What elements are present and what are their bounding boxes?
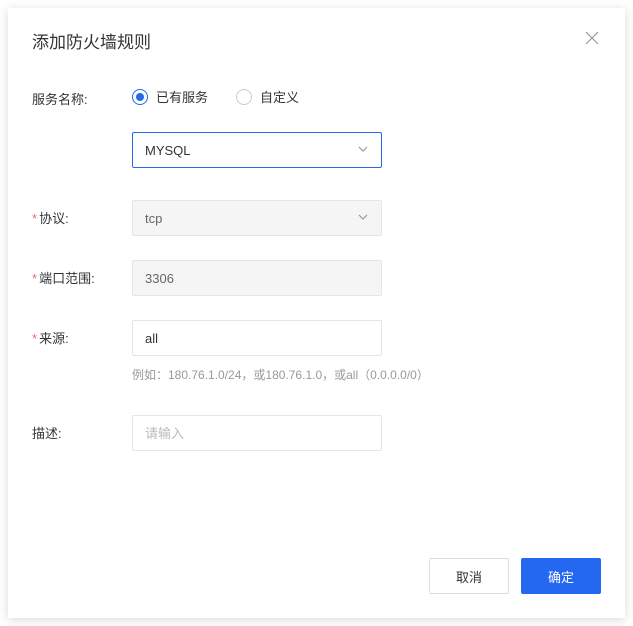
service-name-control: 已有服务 自定义 (132, 81, 601, 106)
source-control: 例如：180.76.1.0/24，或180.76.1.0，或all（0.0.0.… (132, 320, 601, 383)
description-control (132, 415, 601, 451)
port-range-row: *端口范围: (32, 260, 601, 296)
service-name-label: 服务名称: (32, 81, 132, 108)
description-input[interactable] (132, 415, 382, 451)
modal-dialog: 添加防火墙规则 服务名称: 已有服务 自定义 (8, 8, 625, 618)
description-label: 描述: (32, 415, 132, 442)
modal-footer: 取消 确定 (8, 542, 625, 618)
close-icon (585, 31, 599, 45)
modal-title: 添加防火墙规则 (32, 28, 151, 53)
protocol-row: *协议: tcp (32, 200, 601, 236)
source-row: *来源: 例如：180.76.1.0/24，或180.76.1.0，或all（0… (32, 320, 601, 383)
service-radio-group: 已有服务 自定义 (132, 81, 601, 106)
radio-existing-service[interactable]: 已有服务 (132, 87, 208, 106)
radio-circle-unchecked (236, 89, 252, 105)
modal-header: 添加防火墙规则 (8, 8, 625, 53)
radio-custom-service[interactable]: 自定义 (236, 87, 299, 106)
radio-label-custom: 自定义 (260, 87, 299, 106)
source-hint: 例如：180.76.1.0/24，或180.76.1.0，或all（0.0.0.… (132, 366, 601, 383)
port-range-label: *端口范围: (32, 260, 132, 287)
port-range-input (132, 260, 382, 296)
source-label: *来源: (32, 320, 132, 347)
service-select-value: MYSQL (145, 143, 191, 158)
source-input[interactable] (132, 320, 382, 356)
service-name-row: 服务名称: 已有服务 自定义 (32, 81, 601, 108)
service-select-row: MYSQL (132, 132, 601, 168)
radio-label-existing: 已有服务 (156, 87, 208, 106)
protocol-select: tcp (132, 200, 382, 236)
service-select[interactable]: MYSQL (132, 132, 382, 168)
chevron-down-icon (357, 211, 369, 226)
radio-circle-checked (132, 89, 148, 105)
protocol-label: *协议: (32, 200, 132, 227)
close-button[interactable] (583, 28, 601, 50)
port-range-control (132, 260, 601, 296)
confirm-button[interactable]: 确定 (521, 558, 601, 594)
protocol-control: tcp (132, 200, 601, 236)
chevron-down-icon (357, 143, 369, 158)
protocol-value: tcp (145, 211, 162, 226)
cancel-button[interactable]: 取消 (429, 558, 509, 594)
description-row: 描述: (32, 415, 601, 451)
modal-body: 服务名称: 已有服务 自定义 MYSQL (8, 53, 625, 542)
